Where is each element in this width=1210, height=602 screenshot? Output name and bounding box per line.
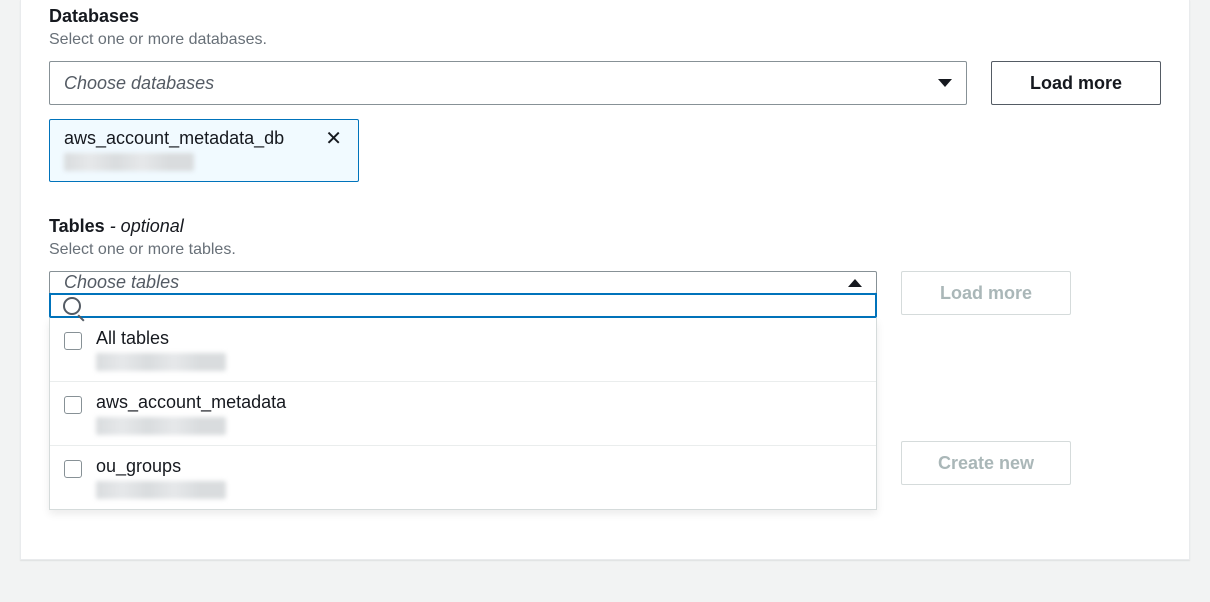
tables-load-more-button[interactable]: Load more bbox=[901, 271, 1071, 315]
option-label: aws_account_metadata bbox=[96, 392, 286, 413]
close-icon[interactable]: ✕ bbox=[323, 129, 344, 149]
search-icon bbox=[63, 297, 81, 315]
option-label: All tables bbox=[96, 328, 226, 349]
tables-section: Tables - optional Select one or more tab… bbox=[49, 210, 1161, 510]
checkbox-all-tables[interactable] bbox=[64, 332, 82, 350]
databases-section: Databases Select one or more databases. … bbox=[49, 0, 1161, 182]
tables-select-placeholder: Choose tables bbox=[64, 272, 179, 293]
tables-side-column: Load more Create new bbox=[901, 271, 1071, 485]
checkbox-aws-account-metadata[interactable] bbox=[64, 396, 82, 414]
databases-load-more-button[interactable]: Load more bbox=[991, 61, 1161, 105]
databases-select-placeholder: Choose databases bbox=[64, 73, 214, 94]
databases-hint: Select one or more databases. bbox=[49, 31, 1161, 49]
option-id-redacted bbox=[96, 481, 226, 499]
tables-optional-suffix: - optional bbox=[105, 216, 184, 236]
tables-select[interactable]: Choose tables bbox=[49, 271, 877, 294]
databases-select[interactable]: Choose databases bbox=[49, 61, 967, 105]
create-new-button[interactable]: Create new bbox=[901, 441, 1071, 485]
option-id-redacted bbox=[96, 417, 226, 435]
tables-option-ou-groups[interactable]: ou_groups bbox=[50, 445, 876, 509]
selected-database-token: aws_account_metadata_db ✕ bbox=[49, 119, 359, 182]
caret-down-icon bbox=[938, 79, 952, 87]
tables-label: Tables - optional bbox=[49, 210, 1161, 237]
tables-option-all[interactable]: All tables bbox=[50, 318, 876, 381]
databases-row: Choose databases Load more bbox=[49, 61, 1161, 105]
option-label: ou_groups bbox=[96, 456, 226, 477]
tables-search-input[interactable] bbox=[91, 295, 863, 316]
tables-label-text: Tables bbox=[49, 216, 105, 236]
tables-hint: Select one or more tables. bbox=[49, 241, 1161, 259]
databases-label: Databases bbox=[49, 0, 1161, 27]
checkbox-ou-groups[interactable] bbox=[64, 460, 82, 478]
tables-dropdown-list: All tables aws_account_metadata bbox=[49, 318, 877, 510]
caret-up-icon bbox=[848, 279, 862, 287]
tables-option-aws-account-metadata[interactable]: aws_account_metadata bbox=[50, 381, 876, 445]
selected-database-name: aws_account_metadata_db bbox=[64, 128, 284, 149]
selected-database-id-redacted bbox=[64, 153, 194, 171]
tables-search-row[interactable] bbox=[49, 293, 877, 318]
form-panel: Databases Select one or more databases. … bbox=[20, 0, 1190, 560]
option-id-redacted bbox=[96, 353, 226, 371]
